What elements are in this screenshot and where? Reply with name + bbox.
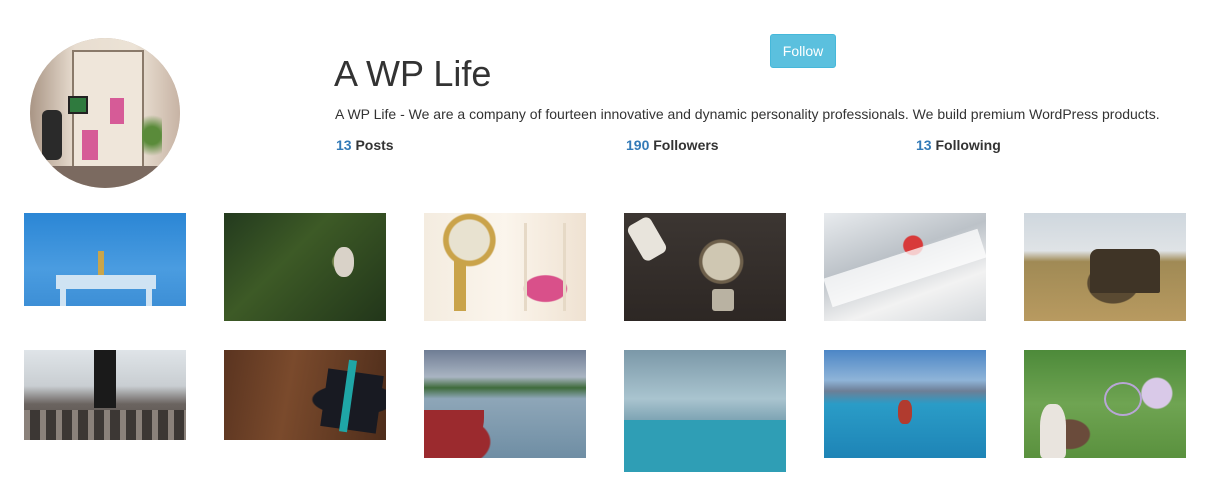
clock-stand xyxy=(454,261,466,311)
avatar-drawer xyxy=(110,98,124,124)
posts-label: Posts xyxy=(355,137,394,153)
avatar-monitor xyxy=(68,96,88,114)
stat-following: 13 Following xyxy=(916,136,1001,154)
stat-followers: 190 Followers xyxy=(626,136,719,154)
stat-posts: 13 Posts xyxy=(336,136,394,154)
gallery-photo[interactable] xyxy=(224,213,386,321)
cave-water xyxy=(624,420,786,472)
gallery-photo[interactable] xyxy=(224,350,386,440)
follow-button[interactable]: Follow xyxy=(770,34,836,68)
avatar-drawer xyxy=(82,130,98,160)
avatar-chair xyxy=(42,110,62,160)
table-leg xyxy=(146,289,152,306)
railway xyxy=(24,410,186,440)
profile-avatar xyxy=(30,38,180,188)
following-label: Following xyxy=(935,137,1001,153)
avatar-floor xyxy=(30,166,180,188)
table-leg xyxy=(60,289,66,306)
followers-count: 190 xyxy=(626,137,650,153)
person xyxy=(94,350,116,408)
gallery-photo[interactable] xyxy=(424,213,586,321)
avatar-plant xyxy=(142,108,162,163)
followers-label: Followers xyxy=(653,137,719,153)
gallery-photo[interactable] xyxy=(24,350,186,440)
flower-vase xyxy=(98,251,104,275)
gallery-photo[interactable] xyxy=(624,350,786,472)
bulb-base xyxy=(712,289,734,311)
soap-bubble xyxy=(1104,382,1142,416)
snowy-branch xyxy=(824,228,986,308)
gallery-photo[interactable] xyxy=(1024,213,1186,321)
gallery-photo[interactable] xyxy=(824,350,986,458)
avatar-shelf xyxy=(72,50,144,180)
gallery-photo[interactable] xyxy=(424,350,586,458)
posts-count: 13 xyxy=(336,137,352,153)
girl xyxy=(1040,404,1066,458)
profile-bio: A WP Life - We are a company of fourteen… xyxy=(335,106,1160,122)
kayaker xyxy=(898,400,912,424)
hourglass-frame xyxy=(524,223,566,311)
following-count: 13 xyxy=(916,137,932,153)
gallery-photo[interactable] xyxy=(24,213,186,306)
table-top xyxy=(56,275,156,289)
gallery-photo[interactable] xyxy=(1024,350,1186,458)
rabbit xyxy=(334,247,354,277)
canoe xyxy=(424,410,484,458)
plug xyxy=(625,215,669,263)
gallery-photo[interactable] xyxy=(624,213,786,321)
profile-name: A WP Life xyxy=(334,53,492,94)
truck xyxy=(1090,249,1160,293)
gallery-photo[interactable] xyxy=(824,213,986,321)
